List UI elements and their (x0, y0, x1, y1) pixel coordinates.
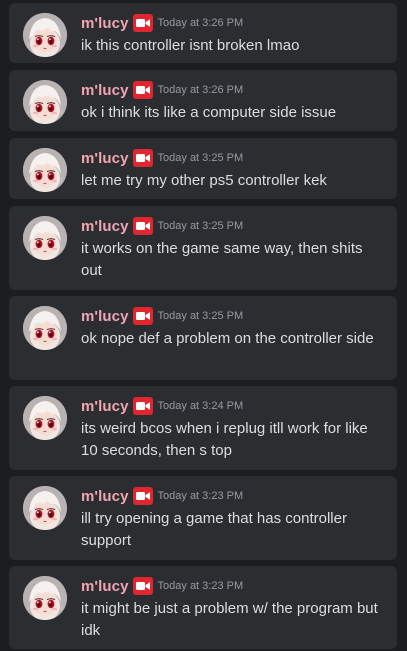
video-camera-icon (132, 81, 153, 99)
timestamp: Today at 3:23 PM (157, 490, 244, 502)
timestamp: Today at 3:23 PM (157, 580, 244, 592)
username[interactable]: m'lucy (81, 150, 129, 167)
timestamp: Today at 3:24 PM (157, 400, 244, 412)
avatar[interactable] (23, 396, 67, 440)
username[interactable]: m'lucy (81, 398, 129, 415)
message-card[interactable]: m'lucy Today at 3:25 PM ok nope def a pr… (9, 296, 397, 380)
message-header: m'lucy Today at 3:26 PM (81, 79, 243, 101)
message-text: ok i think its like a computer side issu… (81, 104, 337, 121)
video-camera-icon (132, 307, 153, 325)
message-feed: m'lucy Today at 3:26 PM ik this controll… (0, 0, 407, 651)
avatar[interactable] (23, 148, 67, 192)
avatar[interactable] (23, 216, 67, 260)
username[interactable]: m'lucy (81, 15, 129, 32)
avatar[interactable] (23, 80, 67, 124)
message-header: m'lucy Today at 3:25 PM (81, 215, 243, 237)
message-card[interactable]: m'lucy Today at 3:23 PM ill try opening … (9, 476, 397, 560)
message-header: m'lucy Today at 3:26 PM (81, 12, 243, 34)
message-text: ok nope def a problem on the controller … (81, 330, 374, 347)
timestamp: Today at 3:26 PM (157, 17, 244, 29)
message-card[interactable]: m'lucy Today at 3:25 PM it works on the … (9, 206, 397, 290)
video-camera-icon (132, 14, 153, 32)
video-camera-icon (132, 487, 153, 505)
message-text: ill try opening a game that has controll… (81, 510, 347, 549)
avatar[interactable] (23, 576, 67, 620)
message-header: m'lucy Today at 3:24 PM (81, 395, 243, 417)
message-card[interactable]: m'lucy Today at 3:26 PM ik this controll… (9, 3, 397, 63)
message-header: m'lucy Today at 3:25 PM (81, 305, 243, 327)
username[interactable]: m'lucy (81, 578, 129, 595)
message-header: m'lucy Today at 3:23 PM (81, 485, 243, 507)
timestamp: Today at 3:25 PM (157, 220, 244, 232)
username[interactable]: m'lucy (81, 308, 129, 325)
username[interactable]: m'lucy (81, 82, 129, 99)
avatar[interactable] (23, 13, 67, 57)
avatar[interactable] (23, 486, 67, 530)
video-camera-icon (132, 149, 153, 167)
avatar[interactable] (23, 306, 67, 350)
message-text: ik this controller isnt broken lmao (81, 37, 300, 54)
username[interactable]: m'lucy (81, 488, 129, 505)
message-text: let me try my other ps5 controller kek (81, 172, 327, 189)
message-text: its weird bcos when i replug itll work f… (81, 420, 368, 459)
message-card[interactable]: m'lucy Today at 3:25 PM let me try my ot… (9, 138, 397, 199)
message-text: it works on the game same way, then shit… (81, 240, 363, 279)
video-camera-icon (132, 217, 153, 235)
timestamp: Today at 3:25 PM (157, 310, 244, 322)
video-camera-icon (132, 577, 153, 595)
message-card[interactable]: m'lucy Today at 3:24 PM its weird bcos w… (9, 386, 397, 470)
message-card[interactable]: m'lucy Today at 3:23 PM it might be just… (9, 566, 397, 649)
username[interactable]: m'lucy (81, 218, 129, 235)
message-card[interactable]: m'lucy Today at 3:26 PM ok i think its l… (9, 70, 397, 131)
message-header: m'lucy Today at 3:25 PM (81, 147, 243, 169)
message-text: it might be just a problem w/ the progra… (81, 600, 378, 639)
timestamp: Today at 3:25 PM (157, 152, 244, 164)
timestamp: Today at 3:26 PM (157, 84, 244, 96)
video-camera-icon (132, 397, 153, 415)
message-header: m'lucy Today at 3:23 PM (81, 575, 243, 597)
